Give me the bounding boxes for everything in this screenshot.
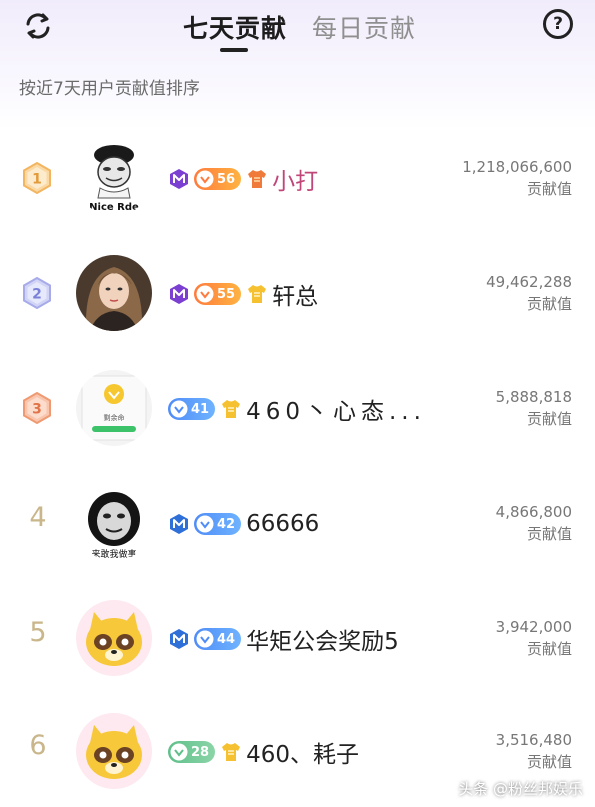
contribution-label: 贡献值 [526,640,572,658]
level-value: 42 [217,516,236,532]
avatar[interactable] [76,255,152,331]
username[interactable]: 460、耗子 [246,735,359,769]
rank-badge-bronze-icon: 3 [23,392,51,424]
help-icon[interactable]: ? [543,9,573,39]
shield-icon [196,515,214,533]
svg-text:3: 3 [32,402,42,418]
level-value: 28 [191,744,210,760]
refresh-icon[interactable] [22,10,54,42]
user-info: 42 66666 [168,509,319,539]
level-badge: 55 [194,283,242,305]
rank-number: 4 [29,502,47,533]
shield-icon [196,630,214,648]
contribution-number: 49,462,288 [486,273,572,291]
rank-number: 5 [29,617,47,648]
contribution-number: 4,866,800 [495,503,572,521]
contribution-number: 3,942,000 [495,618,572,636]
avatar[interactable]: Nice Rde [76,140,152,216]
avatar[interactable]: 剩余命 [76,370,152,446]
noble-badge-icon [170,629,188,649]
user-info: 56 小打 [168,162,318,196]
svg-text:来敢我做事: 来敢我做事 [91,548,136,560]
shield-icon [196,170,214,188]
ranking-description: 按近7天用户贡献值排序 [19,79,200,99]
shirt-icon [222,400,241,418]
list-item[interactable]: 5 44 华矩公会奖励5 3,942,000 贡献值 [0,580,595,695]
contribution-number: 5,888,818 [495,388,572,406]
user-info: 44 华矩公会奖励5 [168,622,399,656]
contribution-value: 3,516,480 贡献值 [496,729,572,773]
contribution-label: 贡献值 [526,295,572,313]
tab-indicator [220,48,248,52]
level-value: 44 [217,631,236,647]
username[interactable]: 460丶心态... [246,392,426,426]
avatar[interactable] [76,713,152,789]
contribution-label: 贡献值 [526,410,572,428]
header: 七天贡献 每日贡献 ? [0,0,595,60]
contribution-label: 贡献值 [526,180,572,198]
level-badge: 56 [194,168,242,190]
shirt-icon [248,170,267,188]
contribution-value: 1,218,066,600 贡献值 [462,156,572,200]
user-info: 55 轩总 [168,277,318,311]
rank-badge-gold-icon: 1 [23,162,51,194]
svg-text:2: 2 [32,287,42,303]
rank-badge-silver-icon: 2 [23,277,51,309]
contribution-value: 4,866,800 贡献值 [496,501,572,545]
list-item[interactable]: 2 55 轩总 49,462,288 贡献值 [0,235,595,350]
level-value: 55 [217,286,236,302]
watermark: 头条 @粉丝邦娱乐 [458,780,583,798]
contribution-value: 49,462,288 贡献值 [486,271,572,315]
svg-text:Nice Rde: Nice Rde [89,202,139,213]
rank-number: 6 [29,730,47,761]
username[interactable]: 小打 [272,162,318,196]
noble-badge-icon [170,514,188,534]
shield-icon [170,743,188,761]
avatar[interactable] [76,600,152,676]
contribution-value: 5,888,818 贡献值 [496,386,572,430]
username[interactable]: 66666 [246,511,319,537]
user-info: 28 460、耗子 [168,735,359,769]
svg-text:剩余命: 剩余命 [104,413,125,422]
avatar[interactable]: 来敢我做事 [76,485,152,561]
tab-seven-day[interactable]: 七天贡献 [183,9,287,45]
noble-badge-icon [170,169,188,189]
shirt-icon [222,743,241,761]
level-value: 41 [191,401,210,417]
contribution-label: 贡献值 [526,525,572,543]
shield-icon [196,285,214,303]
list-item[interactable]: 3 剩余命 41 460丶心态... 5,888,818 贡献值 [0,350,595,465]
level-badge: 28 [168,741,216,763]
user-info: 41 460丶心态... [168,392,426,426]
contribution-number: 1,218,066,600 [462,158,572,176]
tab-daily[interactable]: 每日贡献 [312,9,416,45]
contribution-value: 3,942,000 贡献值 [496,616,572,660]
level-badge: 41 [168,398,216,420]
contribution-label: 贡献值 [526,753,572,771]
contribution-number: 3,516,480 [495,731,572,749]
username[interactable]: 华矩公会奖励5 [246,622,399,656]
svg-text:1: 1 [32,172,42,188]
shirt-icon [248,285,267,303]
noble-badge-icon [170,284,188,304]
level-badge: 42 [194,513,242,535]
level-badge: 44 [194,628,242,650]
list-item[interactable]: 1 Nice Rde 56 小打 1,218,066,600 贡献值 [0,120,595,235]
shield-icon [170,400,188,418]
level-value: 56 [217,171,236,187]
list-item[interactable]: 4 来敢我做事 42 66666 4,866,800 贡献值 [0,465,595,580]
username[interactable]: 轩总 [272,277,318,311]
